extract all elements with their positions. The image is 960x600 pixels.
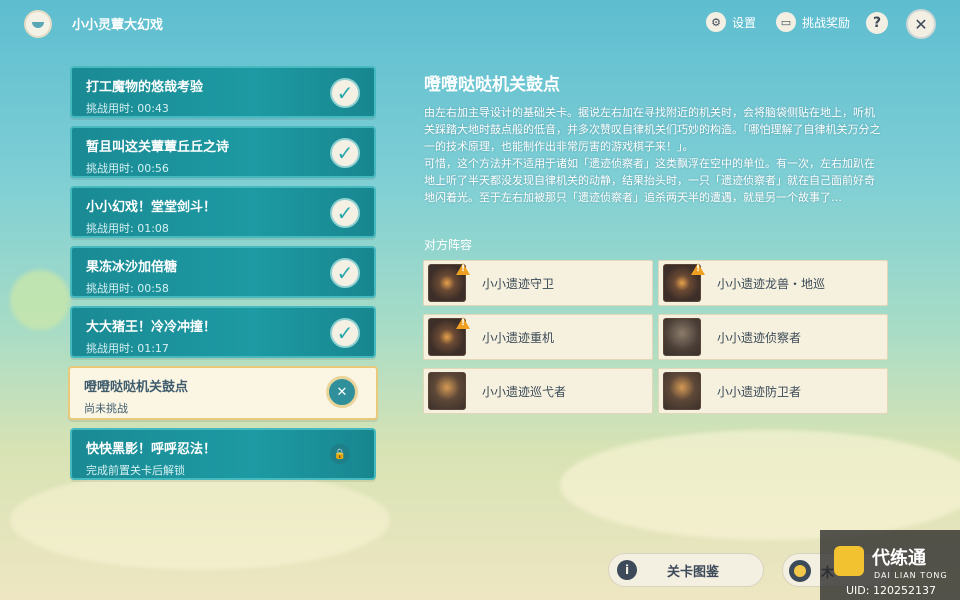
enemy-name: 小小遗迹防卫者 [717,384,802,399]
enemy-name: 小小遗迹巡弋者 [482,384,567,399]
settings-button[interactable]: ⚙ 设置 [706,12,756,32]
stage-item[interactable]: 小小幻戏！堂堂剑斗！ 挑战用时: 01:08 ✓ [70,186,376,238]
stage-codex-label: 关卡图鉴 [667,564,720,580]
warning-icon [456,317,470,329]
enemy-name: 小小遗迹侦察者 [717,330,802,345]
stage-time: 挑战用时: 00:56 [86,162,169,175]
stage-item-locked[interactable]: 快快黑影！呼呼忍法！ 完成前置关卡后解锁 🔒 [70,428,376,480]
checkmark-icon: ✓ [330,138,360,168]
reward-icon: ▭ [776,12,796,32]
ruin-scout-portrait [663,318,701,356]
stage-time: 挑战用时: 00:43 [86,102,169,115]
checkmark-icon: ✓ [330,318,360,348]
ruin-defender-portrait [663,372,701,410]
ruin-cruiser-portrait [428,372,466,410]
enemy-name: 小小遗迹守卫 [482,276,555,291]
mushroom-logo-icon [24,10,52,38]
stage-status: 尚未挑战 [84,402,128,415]
enemy-name: 小小遗迹重机 [482,330,555,345]
warning-icon [456,263,470,275]
warning-icon [691,263,705,275]
stage-item[interactable]: 暂且叫这关蕈蕈丘丘之诗 挑战用时: 00:56 ✓ [70,126,376,178]
checkmark-icon: ✓ [330,198,360,228]
enemy-card[interactable]: 小小遗迹侦察者 [658,314,888,360]
stage-title: 果冻冰沙加倍糖 [86,260,178,275]
settings-label: 设置 [732,15,757,30]
stage-status: 完成前置关卡后解锁 [86,464,185,477]
watermark-logo-icon [834,546,864,576]
stage-time: 挑战用时: 00:58 [86,282,169,295]
player-uid: UID: 120252137 [846,584,936,597]
stage-time: 挑战用时: 01:17 [86,342,169,355]
close-button[interactable]: ✕ [906,9,936,39]
stage-item[interactable]: 果冻冰沙加倍糖 挑战用时: 00:58 ✓ [70,246,376,298]
help-button[interactable]: ? [866,12,888,34]
stage-title: 快快黑影！呼呼忍法！ [86,442,217,457]
checkmark-icon: ✓ [330,78,360,108]
watermark-subtitle: DAI LIAN TONG [874,571,948,580]
checkmark-icon: ✓ [330,258,360,288]
enemy-name: 小小遗迹龙兽・地巡 [717,276,826,291]
app-title: 小小灵蕈大幻戏 [72,18,164,33]
stage-item-selected[interactable]: 噔噔哒哒机关鼓点 尚未挑战 ✕ [68,366,378,420]
enemy-card[interactable]: 小小遗迹龙兽・地巡 [658,260,888,306]
watermark-title: 代练通 [872,548,926,569]
stage-title: 大大猪王！冷冷冲撞！ [86,320,217,335]
stage-item[interactable]: 大大猪王！冷冷冲撞！ 挑战用时: 01:17 ✓ [70,306,376,358]
crossed-swords-icon: ✕ [326,376,358,408]
stage-detail-title: 噔噔哒哒机关鼓点 [424,75,560,95]
stage-description: 由左右加主导设计的基础关卡。据说左右加在寻找附近的机关时，会将脑袋侧贴在地上，听… [424,106,881,204]
enemy-card[interactable]: 小小遗迹守卫 [423,260,653,306]
challenge-rewards-button[interactable]: ▭ 挑战奖励 [776,12,850,32]
stage-codex-button[interactable]: i 关卡图鉴 [608,553,764,587]
top-bar: 小小灵蕈大幻戏 ⚙ 设置 ▭ 挑战奖励 ? ✕ [0,0,960,50]
enemy-card[interactable]: 小小遗迹巡弋者 [423,368,653,414]
stage-title: 暂且叫这关蕈蕈丘丘之诗 [86,140,230,155]
stage-time: 挑战用时: 01:08 [86,222,169,235]
background-mascot [10,270,70,330]
stage-item[interactable]: 打工魔物的悠哉考验 挑战用时: 00:43 ✓ [70,66,376,118]
challenge-rewards-label: 挑战奖励 [802,15,851,30]
stage-title: 噔噔哒哒机关鼓点 [84,380,189,395]
enemy-lineup: 小小遗迹守卫 小小遗迹龙兽・地巡 小小遗迹重机 小小遗迹侦察者 小小遗迹巡弋者 … [423,260,888,414]
background-cloud [560,430,960,540]
enemy-card[interactable]: 小小遗迹防卫者 [658,368,888,414]
stage-title: 小小幻戏！堂堂剑斗！ [86,200,217,215]
gear-icon: ⚙ [706,12,726,32]
lock-icon: 🔒 [330,444,350,464]
info-icon: i [617,560,637,580]
stage-list: 打工魔物的悠哉考验 挑战用时: 00:43 ✓ 暂且叫这关蕈蕈丘丘之诗 挑战用时… [68,66,378,488]
enemy-lineup-heading: 对方阵容 [424,238,473,252]
stage-title: 打工魔物的悠哉考验 [86,80,204,95]
enemy-card[interactable]: 小小遗迹重机 [423,314,653,360]
start-circle-icon [789,560,811,582]
